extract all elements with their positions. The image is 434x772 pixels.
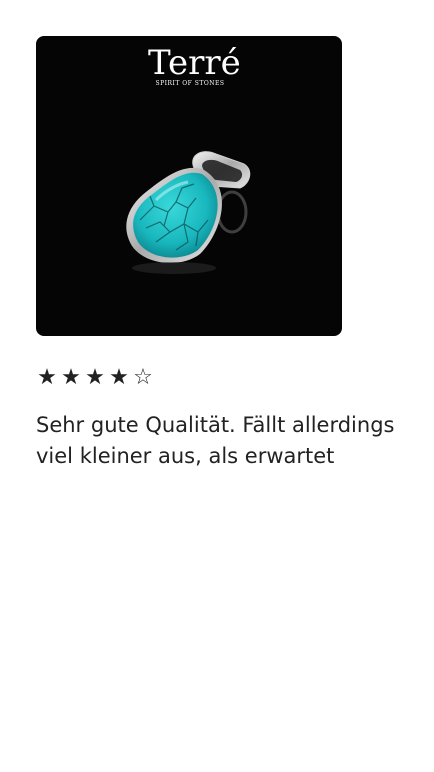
review-text: Sehr gute Qualität. Fällt allerdings vie… bbox=[36, 413, 395, 468]
review-card: Terré SPIRIT OF STONES ★ ★ ★ ★ ☆ Sehr gu… bbox=[36, 36, 398, 472]
star-filled-icon: ★ bbox=[37, 365, 57, 390]
pendant-illustration bbox=[126, 151, 251, 274]
star-filled-icon: ★ bbox=[85, 365, 105, 390]
star-rating: ★ ★ ★ ★ ☆ bbox=[36, 366, 398, 390]
pendant-surface-reflection bbox=[132, 262, 216, 274]
product-image[interactable]: Terré SPIRIT OF STONES bbox=[36, 36, 342, 336]
star-empty-icon: ☆ bbox=[133, 365, 153, 390]
pendant-ring-reflection bbox=[216, 190, 248, 234]
star-filled-icon: ★ bbox=[109, 365, 129, 390]
star-filled-icon: ★ bbox=[61, 365, 81, 390]
